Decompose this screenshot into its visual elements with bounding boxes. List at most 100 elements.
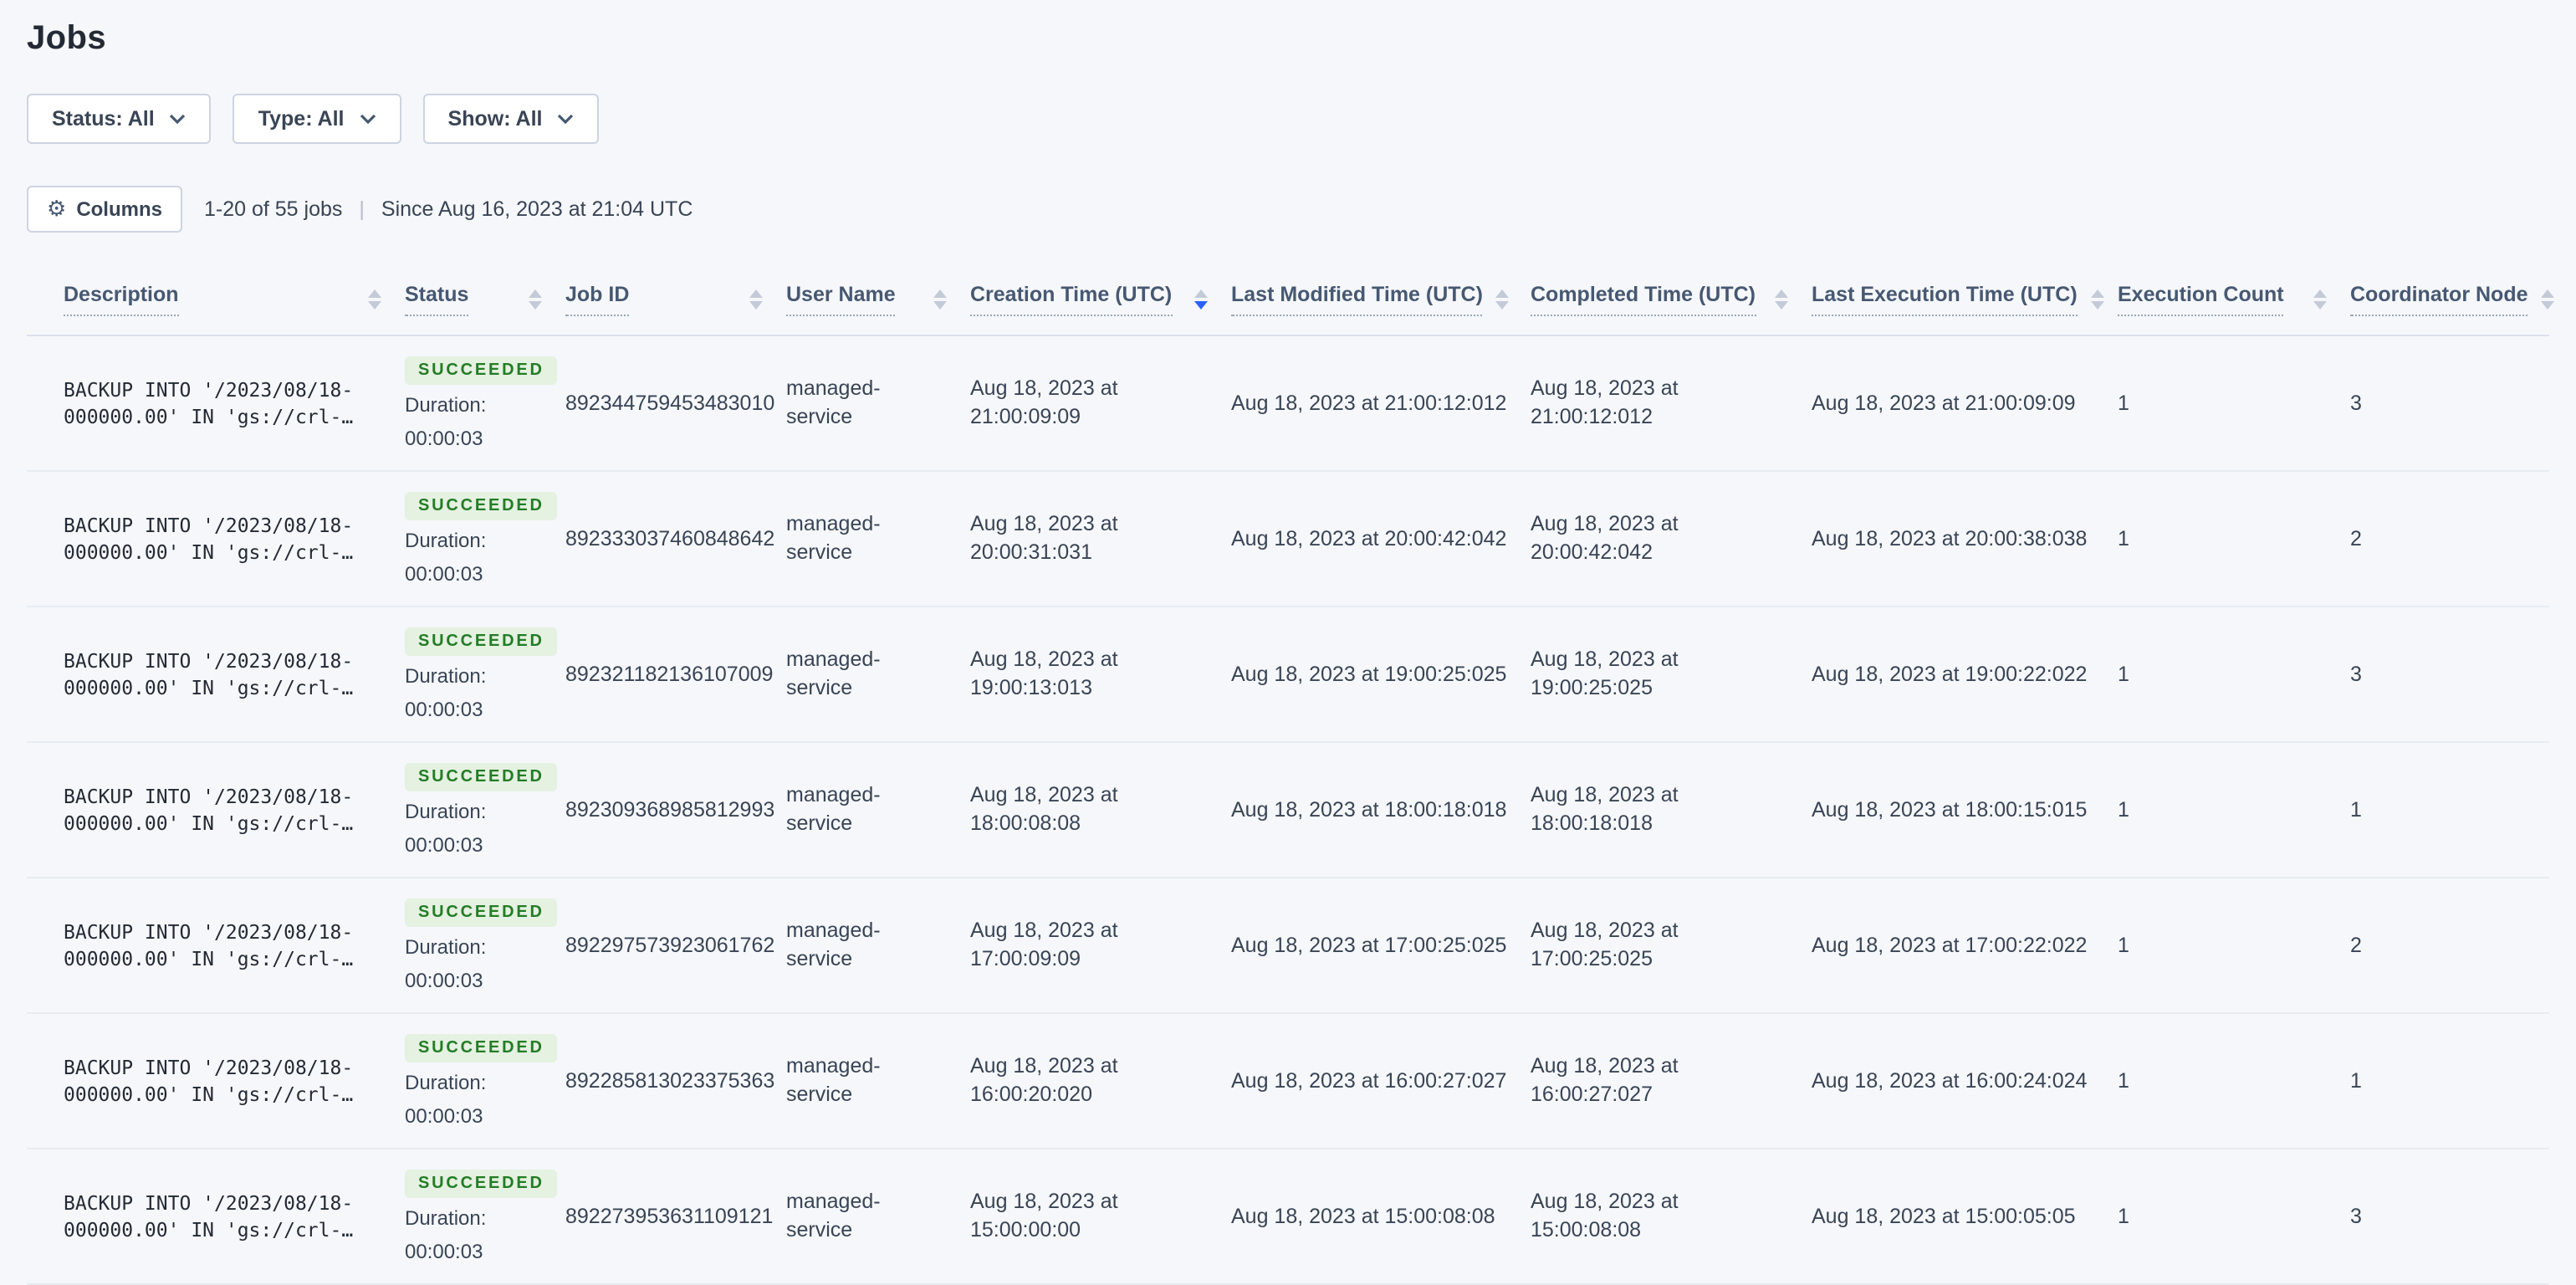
- status-badge: SUCCEEDED: [405, 762, 558, 791]
- cell-creation-time: Aug 18, 2023 at 15:00:00:00: [970, 1188, 1231, 1245]
- description-link[interactable]: BACKUP INTO '/2023/08/18-000000.00' IN '…: [64, 782, 376, 836]
- column-header-completed-time[interactable]: Completed Time (UTC): [1531, 264, 1812, 335]
- filter-type-button[interactable]: Type: All: [233, 94, 401, 144]
- column-header-last-modified[interactable]: Last Modified Time (UTC): [1231, 264, 1531, 335]
- cell-last-modified-time: Aug 18, 2023 at 17:00:25:025: [1231, 933, 1507, 956]
- creation-time-value: Aug 18, 2023 at 15:00:00:00: [970, 1190, 1118, 1241]
- caret-down-icon: [1194, 301, 1208, 310]
- column-header-label: User Name: [786, 283, 896, 316]
- table-row: BACKUP INTO '/2023/08/18-000000.00' IN '…: [27, 472, 2549, 607]
- filter-show-button[interactable]: Show: All: [422, 94, 600, 144]
- cell-description[interactable]: BACKUP INTO '/2023/08/18-000000.00' IN '…: [27, 647, 405, 702]
- cell-creation-time: Aug 18, 2023 at 20:00:31:031: [970, 510, 1231, 567]
- table-body: BACKUP INTO '/2023/08/18-000000.00' IN '…: [27, 336, 2549, 1285]
- cell-status: SUCCEEDED Duration: 00:00:03: [405, 1033, 565, 1129]
- column-header-label: Last Execution Time (UTC): [1812, 283, 2078, 316]
- table-row: BACKUP INTO '/2023/08/18-000000.00' IN '…: [27, 743, 2549, 878]
- cell-job-id: 892285813023375363: [565, 1068, 775, 1092]
- caret-up-icon: [2541, 289, 2555, 298]
- cell-last-execution-time: Aug 18, 2023 at 17:00:22:022: [1812, 933, 2088, 956]
- columns-button[interactable]: ⚙ Columns: [27, 186, 182, 233]
- cell-description[interactable]: BACKUP INTO '/2023/08/18-000000.00' IN '…: [27, 1053, 405, 1108]
- cell-status: SUCCEEDED Duration: 00:00:03: [405, 762, 565, 858]
- cell-last-modified-time: Aug 18, 2023 at 21:00:12:012: [1231, 391, 1507, 414]
- cell-description[interactable]: BACKUP INTO '/2023/08/18-000000.00' IN '…: [27, 918, 405, 973]
- column-header-job-id[interactable]: Job ID: [565, 264, 786, 335]
- description-link[interactable]: BACKUP INTO '/2023/08/18-000000.00' IN '…: [64, 376, 376, 429]
- column-header-label: Execution Count: [2118, 283, 2284, 316]
- cell-completed-time: Aug 18, 2023 at 16:00:27:027: [1531, 1054, 1679, 1106]
- cell-completed-time: Aug 18, 2023 at 20:00:42:042: [1531, 512, 1679, 564]
- column-header-user-name[interactable]: User Name: [786, 264, 970, 335]
- caret-down-icon: [933, 301, 947, 310]
- description-link[interactable]: BACKUP INTO '/2023/08/18-000000.00' IN '…: [64, 1189, 376, 1242]
- duration-value: 00:00:03: [405, 426, 483, 449]
- user-name-value: managed-service: [786, 1054, 881, 1106]
- description-link[interactable]: BACKUP INTO '/2023/08/18-000000.00' IN '…: [64, 1053, 376, 1107]
- cell-description[interactable]: BACKUP INTO '/2023/08/18-000000.00' IN '…: [27, 511, 405, 566]
- creation-time-value: Aug 18, 2023 at 20:00:31:031: [970, 512, 1118, 564]
- creation-time-value: Aug 18, 2023 at 16:00:20:020: [970, 1054, 1118, 1106]
- user-name-value: managed-service: [786, 783, 881, 835]
- cell-status: SUCCEEDED Duration: 00:00:03: [405, 356, 565, 451]
- cell-status: SUCCEEDED Duration: 00:00:03: [405, 491, 565, 586]
- sort-carets-icon: [2313, 289, 2327, 310]
- cell-coordinator-node: 1: [2350, 1068, 2362, 1092]
- cell-last-modified-time: Aug 18, 2023 at 16:00:27:027: [1231, 1068, 1507, 1092]
- cell-creation-time: Aug 18, 2023 at 19:00:13:013: [970, 646, 1231, 703]
- table-row: BACKUP INTO '/2023/08/18-000000.00' IN '…: [27, 1014, 2549, 1149]
- cell-execution-count: 1: [2118, 1068, 2129, 1092]
- cell-coordinator-node: 3: [2350, 391, 2362, 414]
- cell-user-name: managed-service: [786, 375, 970, 432]
- chevron-down-icon: [360, 114, 376, 124]
- cell-completed-time: Aug 18, 2023 at 15:00:08:08: [1531, 1190, 1679, 1241]
- user-name-value: managed-service: [786, 376, 881, 428]
- gear-icon: ⚙: [47, 197, 67, 222]
- duration-label: Duration:: [405, 934, 487, 958]
- sort-carets-icon: [933, 289, 947, 310]
- cell-coordinator-node: 2: [2350, 933, 2362, 956]
- description-link[interactable]: BACKUP INTO '/2023/08/18-000000.00' IN '…: [64, 918, 376, 971]
- status-badge: SUCCEEDED: [405, 356, 558, 384]
- caret-up-icon: [529, 289, 542, 298]
- cell-last-modified-time: Aug 18, 2023 at 19:00:25:025: [1231, 662, 1507, 685]
- sort-carets-icon: [368, 289, 381, 310]
- cell-completed-time: Aug 18, 2023 at 18:00:18:018: [1531, 783, 1679, 835]
- results-divider: |: [359, 197, 365, 221]
- caret-down-icon: [529, 301, 542, 310]
- table-row: BACKUP INTO '/2023/08/18-000000.00' IN '…: [27, 878, 2549, 1014]
- column-header-status[interactable]: Status: [405, 264, 565, 335]
- filter-status-button[interactable]: Status: All: [27, 94, 212, 144]
- column-header-execution-count[interactable]: Execution Count: [2118, 264, 2350, 335]
- sort-carets-icon: [2541, 289, 2555, 310]
- cell-job-id: 892333037460848642: [565, 526, 775, 550]
- column-header-description[interactable]: Description: [27, 264, 405, 335]
- caret-down-icon: [1495, 301, 1510, 310]
- column-header-label: Completed Time (UTC): [1531, 283, 1756, 316]
- duration-value: 00:00:03: [405, 1103, 483, 1127]
- cell-last-execution-time: Aug 18, 2023 at 19:00:22:022: [1812, 662, 2088, 685]
- column-header-coordinator-node[interactable]: Coordinator Node: [2350, 264, 2558, 335]
- user-name-value: managed-service: [786, 512, 881, 564]
- cell-description[interactable]: BACKUP INTO '/2023/08/18-000000.00' IN '…: [27, 782, 405, 837]
- caret-down-icon: [1775, 301, 1788, 310]
- cell-description[interactable]: BACKUP INTO '/2023/08/18-000000.00' IN '…: [27, 1189, 405, 1244]
- cell-creation-time: Aug 18, 2023 at 16:00:20:020: [970, 1052, 1231, 1109]
- sort-carets-icon: [749, 289, 763, 310]
- caret-up-icon: [933, 289, 947, 298]
- cell-description[interactable]: BACKUP INTO '/2023/08/18-000000.00' IN '…: [27, 376, 405, 431]
- cell-coordinator-node: 2: [2350, 526, 2362, 550]
- cell-last-modified-time: Aug 18, 2023 at 15:00:08:08: [1231, 1204, 1495, 1227]
- duration-value: 00:00:03: [405, 968, 483, 991]
- column-header-creation-time[interactable]: Creation Time (UTC): [970, 264, 1231, 335]
- column-header-last-execution[interactable]: Last Execution Time (UTC): [1812, 264, 2118, 335]
- cell-user-name: managed-service: [786, 1188, 970, 1245]
- cell-user-name: managed-service: [786, 646, 970, 703]
- cell-completed-time: Aug 18, 2023 at 17:00:25:025: [1531, 919, 1679, 970]
- jobs-page: Jobs Status: All Type: All Show: All ⚙ C…: [0, 0, 2576, 1285]
- description-link[interactable]: BACKUP INTO '/2023/08/18-000000.00' IN '…: [64, 647, 376, 700]
- description-link[interactable]: BACKUP INTO '/2023/08/18-000000.00' IN '…: [64, 511, 376, 565]
- duration-label: Duration:: [405, 528, 487, 551]
- creation-time-value: Aug 18, 2023 at 18:00:08:08: [970, 783, 1118, 835]
- caret-down-icon: [368, 301, 381, 310]
